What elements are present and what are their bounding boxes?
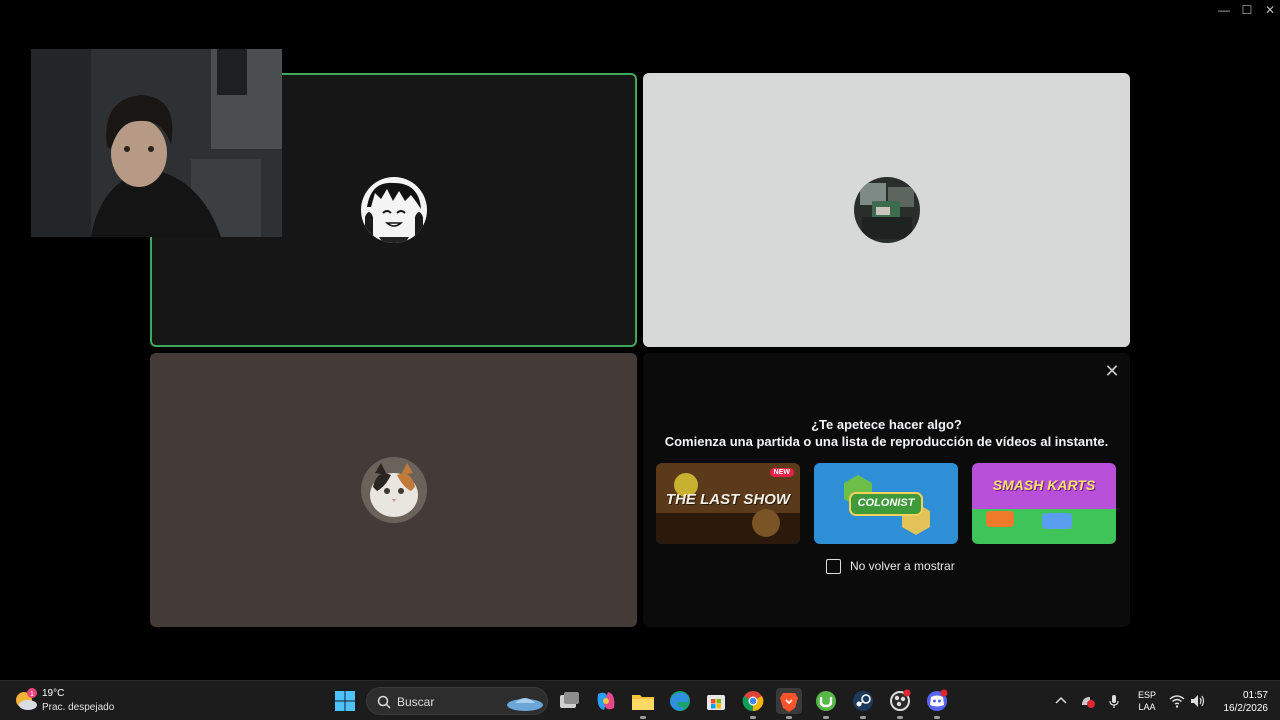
steam-icon[interactable] [850, 688, 876, 719]
task-view-icon[interactable] [556, 688, 582, 714]
weather-widget[interactable]: 1 19°C Prac. despejado [14, 685, 134, 717]
system-clock[interactable]: 01:57 16/2/2026 [1212, 689, 1269, 715]
participant-tile-2[interactable] [643, 73, 1130, 347]
running-indicator [640, 716, 646, 719]
minimize-button[interactable]: — [1213, 2, 1235, 18]
game-card-the-last-show[interactable]: THE LAST SHOW NEW [656, 463, 800, 544]
moon-cloud-icon: 1 [14, 688, 38, 712]
language-code: ESP [1137, 690, 1156, 700]
input-language-indicator[interactable]: ESP LAA [1136, 689, 1158, 713]
close-icon[interactable]: ✕ [1102, 361, 1122, 381]
search-icon [377, 695, 391, 709]
edge-browser-icon[interactable] [667, 688, 693, 714]
chevron-up-icon[interactable] [1053, 693, 1069, 709]
game-title: COLONIST [857, 497, 915, 509]
taskbar: 1 19°C Prac. despejado Buscar ESP LAA 01… [0, 680, 1280, 720]
game-card-smash-karts[interactable]: SMASH KARTS [972, 463, 1116, 544]
clock-time: 01:57 [1242, 690, 1268, 701]
running-indicator [897, 716, 903, 719]
utorrent-icon[interactable] [813, 688, 839, 719]
running-indicator [860, 716, 866, 719]
brave-browser-icon[interactable] [776, 688, 802, 719]
wifi-icon[interactable] [1169, 693, 1185, 709]
clock-date: 16/2/2026 [1223, 703, 1269, 714]
game-title: SMASH KARTS [992, 477, 1096, 493]
game-title: THE LAST SHOW [665, 491, 791, 508]
maximize-button[interactable]: ☐ [1236, 2, 1258, 18]
self-camera-preview[interactable] [31, 49, 282, 237]
security-tray-icon[interactable] [1080, 693, 1096, 709]
microphone-icon[interactable] [1106, 693, 1122, 709]
dont-show-label: No volver a mostrar [850, 559, 955, 573]
title-bar: — ☐ ✕ [0, 0, 1280, 20]
game-card-colonist[interactable]: COLONIST [814, 463, 958, 544]
microsoft-store-icon[interactable] [703, 688, 729, 714]
participant-avatar-2 [853, 177, 920, 243]
weather-temperature: 19°C [42, 688, 65, 699]
discord-icon[interactable] [924, 688, 950, 719]
new-badge: NEW [769, 468, 794, 477]
activity-subtitle: Comienza una partida o una lista de repr… [664, 434, 1109, 449]
running-indicator [823, 716, 829, 719]
participant-avatar-1 [360, 177, 427, 243]
volume-icon[interactable] [1189, 693, 1205, 709]
keyboard-layout: LAA [1138, 702, 1156, 712]
participant-avatar-3 [360, 457, 427, 523]
obs-icon[interactable] [887, 688, 913, 719]
windows-start-icon[interactable] [332, 688, 358, 714]
participant-tile-3[interactable] [150, 353, 637, 627]
close-window-button[interactable]: ✕ [1259, 2, 1280, 18]
dont-show-checkbox[interactable] [826, 559, 841, 574]
running-indicator [786, 716, 792, 719]
call-stage: ✕ ¿Te apetece hacer algo? Comienza una p… [0, 20, 1280, 680]
activity-title: ¿Te apetece hacer algo? [811, 417, 962, 432]
copilot-icon[interactable] [593, 688, 619, 714]
file-explorer-icon[interactable] [630, 688, 656, 719]
activity-suggestion-panel: ✕ ¿Te apetece hacer algo? Comienza una p… [643, 353, 1130, 627]
weather-badge: 1 [30, 691, 34, 698]
search-highlight-icon [507, 698, 543, 711]
search-placeholder: Buscar [397, 695, 435, 709]
running-indicator [750, 716, 756, 719]
search-box[interactable]: Buscar [366, 687, 548, 715]
weather-description: Prac. despejado [42, 702, 115, 713]
running-indicator [934, 716, 940, 719]
chrome-browser-icon[interactable] [740, 688, 766, 719]
